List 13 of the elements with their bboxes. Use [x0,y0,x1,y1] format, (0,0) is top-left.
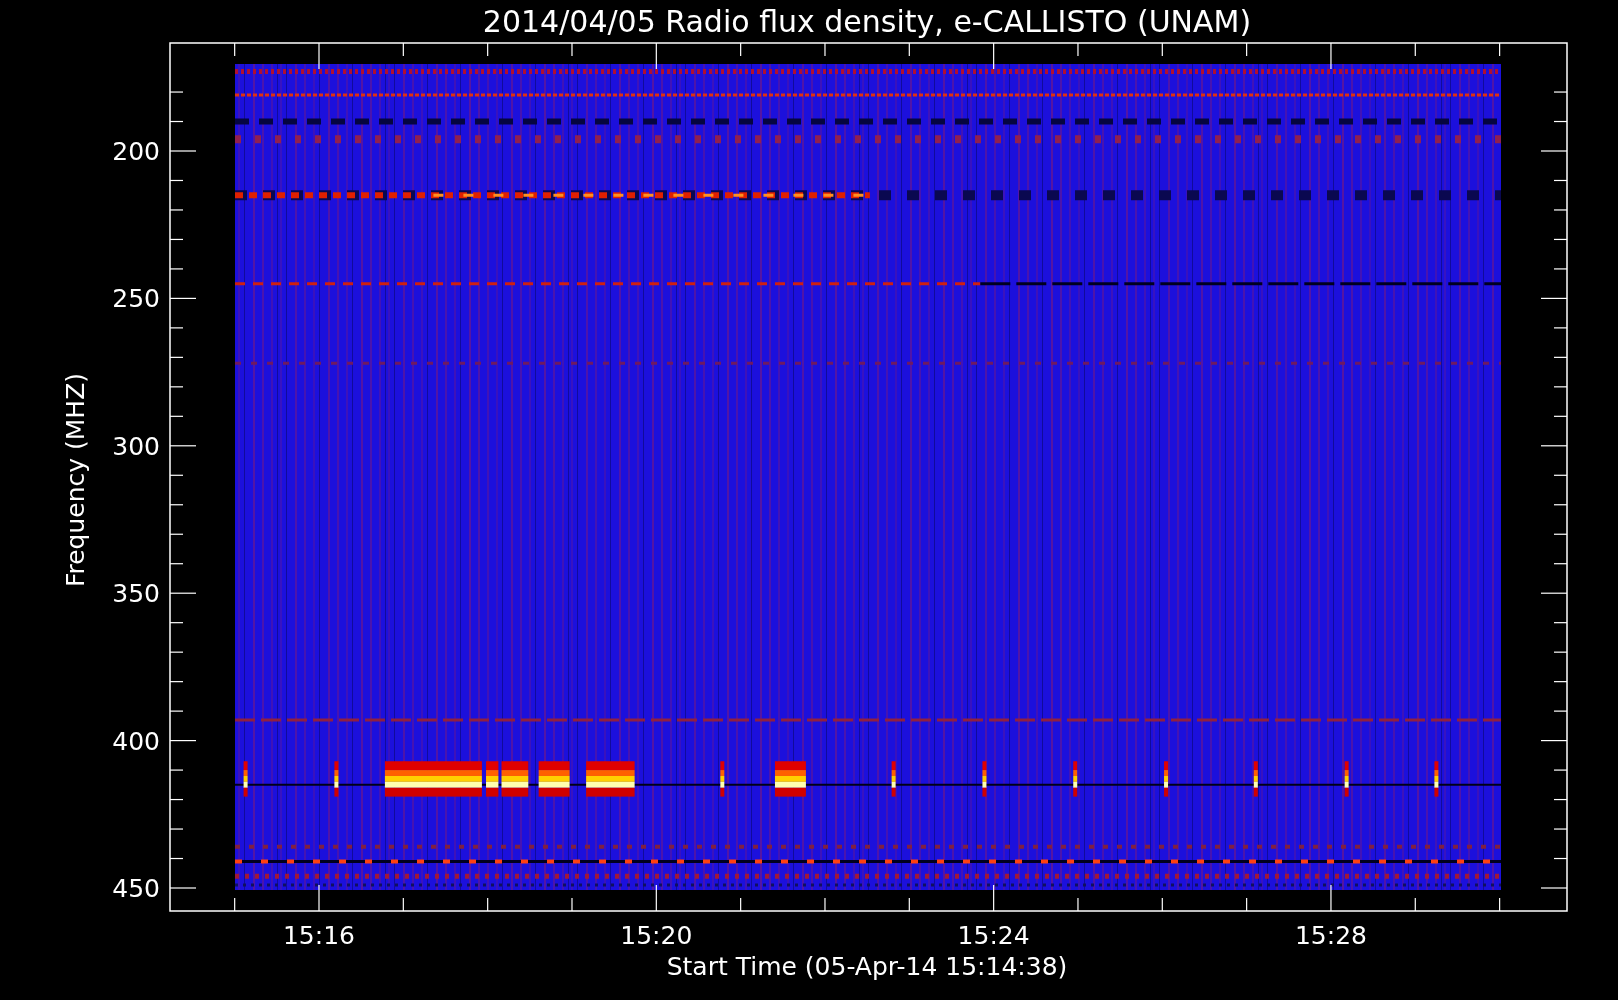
y-tick-label: 300 [112,431,160,461]
y-tick-label: 200 [112,137,160,166]
x-tick-label: 15:20 [620,921,693,950]
y-tick-label: 250 [112,284,160,314]
y-tick-label: 350 [112,579,160,609]
y-axis-label: Frequency (MHZ) [61,372,90,588]
x-tick-label: 15:16 [283,921,355,950]
x-axis-label: Start Time (05-Apr-14 15:14:38) [666,952,1068,981]
x-tick-label: 15:24 [957,921,1030,950]
y-tick-label: 400 [112,726,160,756]
y-tick-label: 450 [112,874,160,903]
x-tick-label: 15:28 [1294,921,1367,950]
chart-title: 2014/04/05 Radio flux density, e-CALLISTO (UNAM) [482,4,1252,39]
